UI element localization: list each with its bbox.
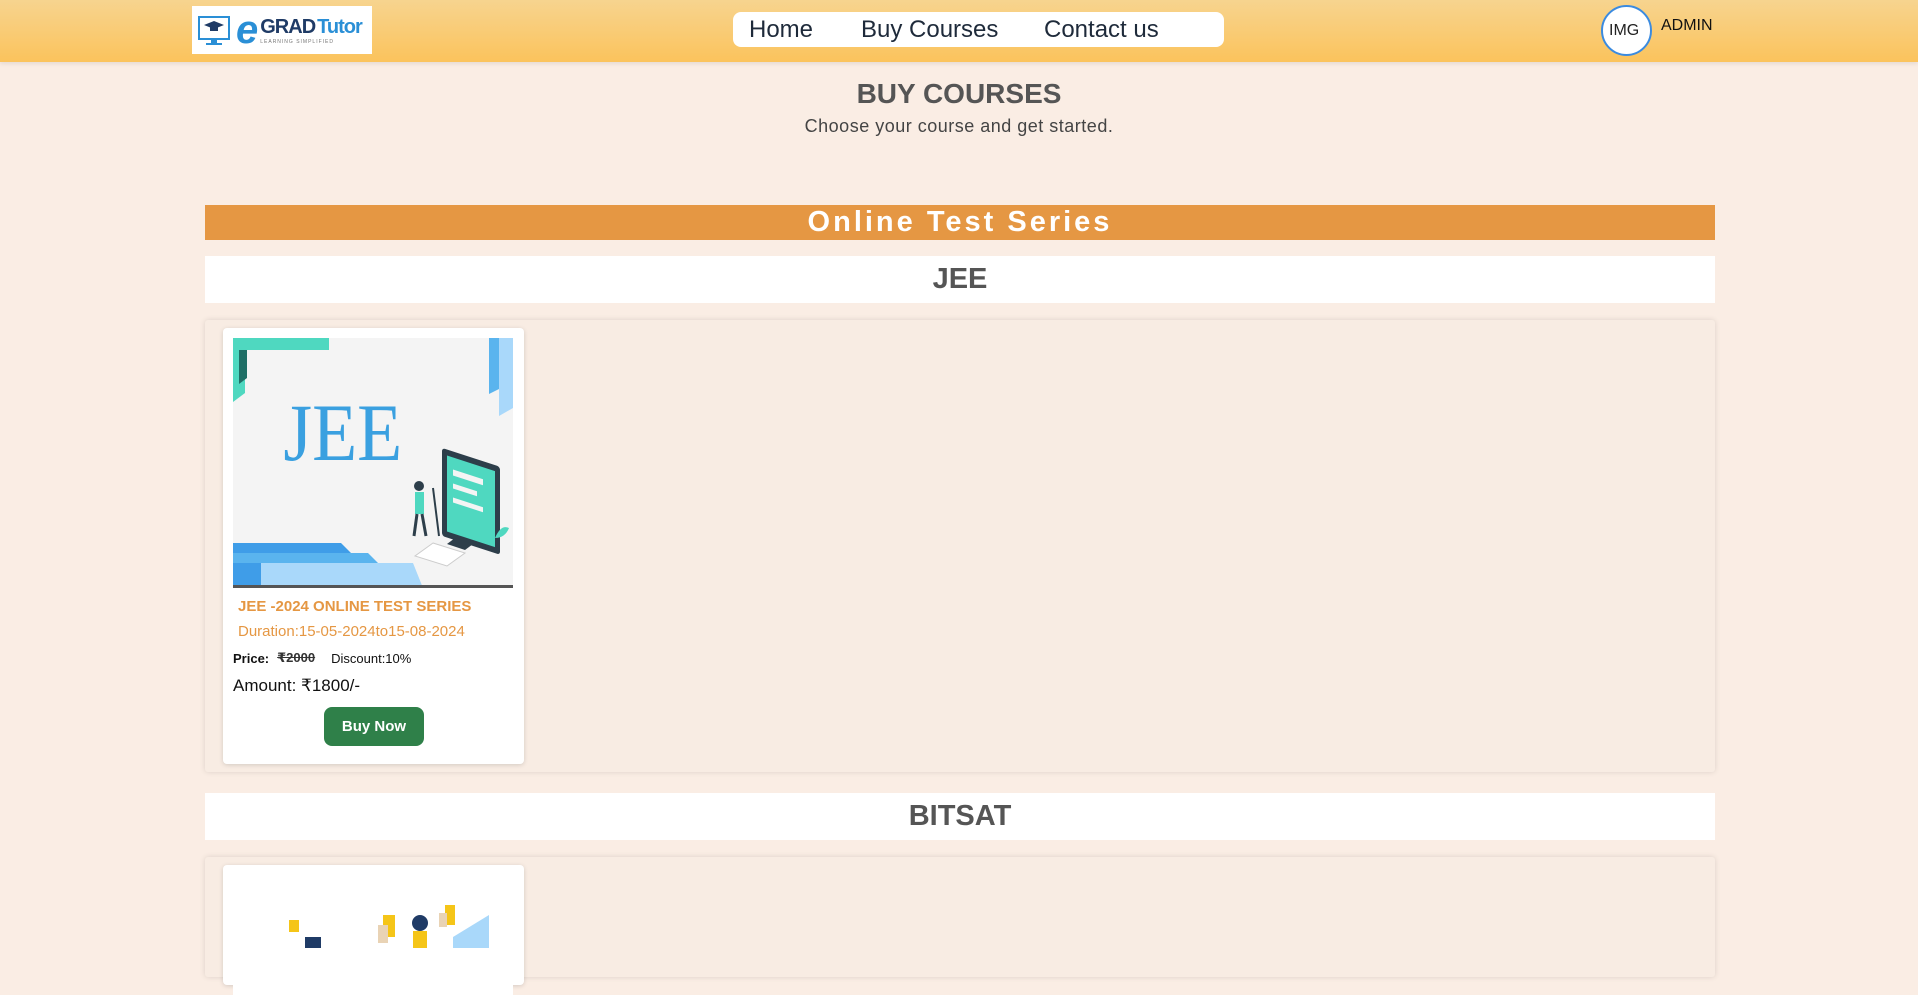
nav-contact-us[interactable]: Contact us <box>1044 16 1159 44</box>
avatar[interactable]: IMG <box>1601 5 1652 56</box>
user-name[interactable]: ADMIN <box>1661 17 1713 35</box>
course-duration: Duration:15-05-2024to15-08-2024 <box>238 623 465 640</box>
egradtutor-logo[interactable]: e GRAD Tutor LEARNING SIMPLIFIED <box>192 6 372 54</box>
logo-grad: GRAD <box>260 15 316 38</box>
page-title: BUY COURSES <box>856 78 1062 109</box>
avatar-alt-text: IMG <box>1609 21 1640 39</box>
nav-buy-courses[interactable]: Buy Courses <box>861 16 998 44</box>
original-price: ₹2000 <box>277 650 316 665</box>
category-title-jee: JEE <box>205 256 1715 303</box>
page-subtitle: Choose your course and get started. <box>804 116 1114 136</box>
course-card <box>223 865 524 995</box>
logo-e: e <box>236 8 259 52</box>
course-card: JEE JEE -2024 ONLINE TEST SERIES Duratio… <box>223 328 524 764</box>
logo-tagline: LEARNING SIMPLIFIED <box>260 38 334 45</box>
section-title-online-test-series: Online Test Series <box>205 205 1715 240</box>
logo-tutor: Tutor <box>317 15 363 38</box>
price-row: Price: ₹2000 Discount:10% <box>233 650 411 666</box>
course-image-bitsat <box>233 875 513 995</box>
course-amount: Amount: ₹1800/- <box>233 676 361 695</box>
nav-home[interactable]: Home <box>749 16 813 44</box>
course-title: JEE -2024 ONLINE TEST SERIES <box>238 598 472 615</box>
course-image-text: JEE <box>283 386 402 477</box>
buy-now-button[interactable]: Buy Now <box>324 707 424 746</box>
top-header: e GRAD Tutor LEARNING SIMPLIFIED Home Bu… <box>0 0 1918 62</box>
course-image-jee: JEE <box>233 338 513 588</box>
main-nav: Home Buy Courses Contact us <box>733 12 1224 47</box>
graduation-monitor-icon <box>196 12 234 48</box>
discount-text: Discount:10% <box>331 650 412 666</box>
category-title-bitsat: BITSAT <box>205 793 1715 840</box>
price-label: Price: <box>233 650 270 666</box>
